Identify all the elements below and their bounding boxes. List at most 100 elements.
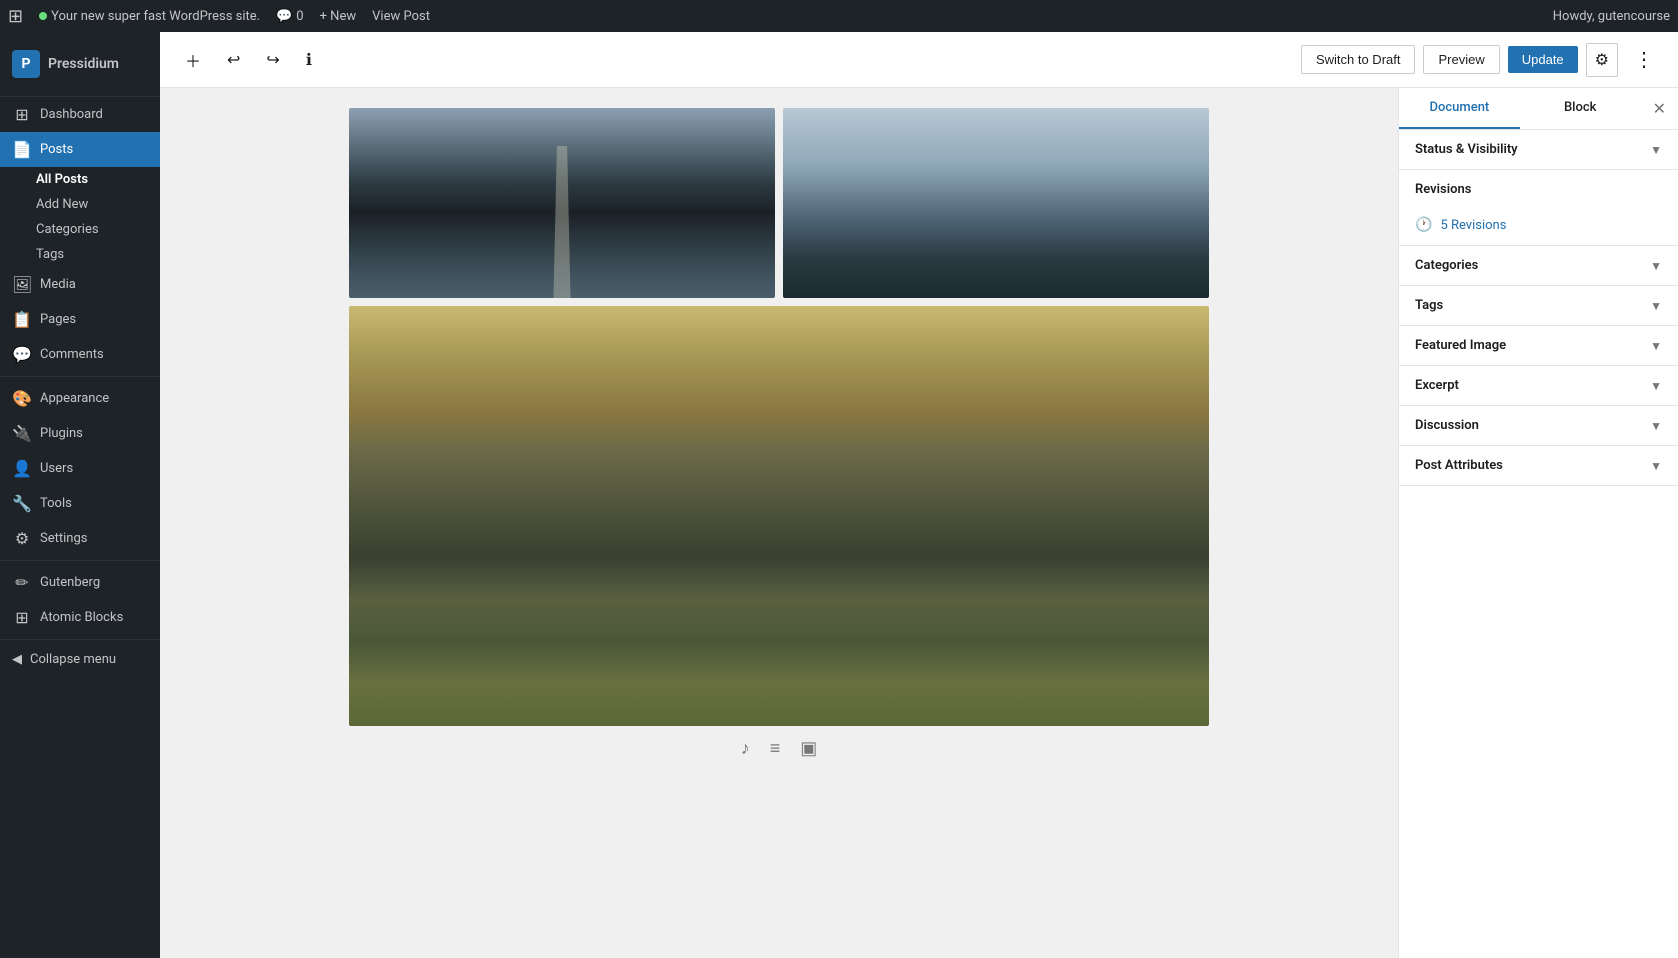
section-discussion-header[interactable]: Discussion ▼ (1399, 406, 1678, 445)
section-excerpt-header[interactable]: Excerpt ▼ (1399, 366, 1678, 405)
posts-icon: 📄 (12, 140, 32, 159)
section-excerpt-arrow: ▼ (1650, 379, 1662, 393)
sidebar-subitem-add-new[interactable]: Add New (0, 192, 160, 217)
section-status-visibility-arrow: ▼ (1650, 143, 1662, 157)
menu-separator-2 (0, 560, 160, 561)
section-categories-header[interactable]: Categories ▼ (1399, 246, 1678, 285)
section-categories-label: Categories (1415, 258, 1478, 273)
menu-separator-3 (0, 639, 160, 640)
section-discussion-label: Discussion (1415, 418, 1479, 433)
section-status-visibility: Status & Visibility ▼ (1399, 130, 1678, 170)
gutenberg-icon: ✏ (12, 573, 32, 592)
section-status-visibility-header[interactable]: Status & Visibility ▼ (1399, 130, 1678, 169)
sidebar-item-label: Gutenberg (40, 575, 100, 590)
comments-icon: 💬 (12, 345, 32, 364)
atomic-blocks-icon: ⊞ (12, 608, 32, 627)
undo-button[interactable]: ↩ (218, 43, 249, 77)
revisions-row[interactable]: 🕐 5 Revisions (1399, 209, 1678, 245)
add-block-button[interactable]: ＋ (176, 41, 210, 79)
section-post-attributes-arrow: ▼ (1650, 459, 1662, 473)
tab-block[interactable]: Block (1520, 88, 1641, 129)
info-button[interactable]: ℹ (297, 43, 321, 77)
section-post-attributes-header[interactable]: Post Attributes ▼ (1399, 446, 1678, 485)
comment-icon: 💬 (276, 9, 292, 24)
preview-button[interactable]: Preview (1423, 45, 1499, 74)
update-button[interactable]: Update (1508, 46, 1578, 73)
settings-button[interactable]: ⚙ (1586, 43, 1618, 77)
mountain-image (349, 306, 1209, 726)
section-status-visibility-label: Status & Visibility (1415, 142, 1518, 157)
section-featured-image-header[interactable]: Featured Image ▼ (1399, 326, 1678, 365)
editor-wrap: ＋ ↩ ↪ ℹ Switch to Draft Preview Update ⚙… (160, 32, 1678, 958)
section-tags-label: Tags (1415, 298, 1443, 313)
sidebar-item-label: Appearance (40, 391, 109, 406)
new-menu[interactable]: + New (320, 9, 357, 24)
admin-bar: ⊞ Your new super fast WordPress site. 💬 … (0, 0, 1678, 32)
posts-submenu: All Posts Add New Categories Tags (0, 167, 160, 267)
sidebar-subitem-categories[interactable]: Categories (0, 217, 160, 242)
editor-content-wrap: ♪ ≡ ▣ Document Block ✕ Statu (160, 88, 1678, 958)
panel-tabs: Document Block ✕ (1399, 88, 1678, 130)
brand-label: Pressidium (48, 56, 119, 72)
plane-image (783, 108, 1209, 298)
sidebar-item-appearance[interactable]: 🎨 Appearance (0, 381, 160, 416)
menu-separator-1 (0, 376, 160, 377)
gallery-image-road[interactable] (349, 108, 775, 298)
block-controls: ♪ ≡ ▣ (349, 734, 1209, 763)
section-tags-header[interactable]: Tags ▼ (1399, 286, 1678, 325)
section-excerpt: Excerpt ▼ (1399, 366, 1678, 406)
sidebar-item-label: Users (40, 461, 73, 476)
sidebar-item-label: Dashboard (40, 107, 103, 122)
section-tags-arrow: ▼ (1650, 299, 1662, 313)
comments-link[interactable]: 💬 0 (276, 9, 304, 24)
sidebar-item-plugins[interactable]: 🔌 Plugins (0, 416, 160, 451)
sidebar-item-users[interactable]: 👤 Users (0, 451, 160, 486)
sidebar-item-pages[interactable]: 📋 Pages (0, 302, 160, 337)
toolbar-right: Switch to Draft Preview Update ⚙ ⋮ (1301, 43, 1662, 77)
tab-document[interactable]: Document (1399, 88, 1520, 129)
gallery-image-mountain[interactable] (349, 306, 1209, 726)
sidebar-item-comments[interactable]: 💬 Comments (0, 337, 160, 372)
users-icon: 👤 (12, 459, 32, 478)
collapse-label: Collapse menu (30, 652, 116, 667)
section-revisions-header[interactable]: Revisions (1399, 170, 1678, 209)
admin-sidebar: P Pressidium ⊞ Dashboard 📄 Posts All Pos… (0, 32, 160, 958)
image-block-icon[interactable]: ▣ (796, 734, 821, 763)
gallery-image-plane[interactable] (783, 108, 1209, 298)
sidebar-item-gutenberg[interactable]: ✏ Gutenberg (0, 565, 160, 600)
panel-close-button[interactable]: ✕ (1641, 91, 1678, 126)
redo-button[interactable]: ↪ (257, 43, 288, 77)
settings-panel: Document Block ✕ Status & Visibility ▼ (1398, 88, 1678, 958)
wp-logo-icon[interactable]: ⊞ (8, 6, 23, 27)
sidebar-item-atomic-blocks[interactable]: ⊞ Atomic Blocks (0, 600, 160, 635)
list-block-icon[interactable]: ≡ (766, 734, 785, 763)
section-featured-image: Featured Image ▼ (1399, 326, 1678, 366)
switch-draft-button[interactable]: Switch to Draft (1301, 45, 1416, 74)
brand-icon: P (12, 50, 40, 78)
editor-toolbar: ＋ ↩ ↪ ℹ Switch to Draft Preview Update ⚙… (160, 32, 1678, 88)
view-post-link[interactable]: View Post (372, 9, 430, 24)
sidebar-subitem-tags[interactable]: Tags (0, 242, 160, 267)
road-image (349, 108, 775, 298)
section-discussion: Discussion ▼ (1399, 406, 1678, 446)
section-discussion-arrow: ▼ (1650, 419, 1662, 433)
section-excerpt-label: Excerpt (1415, 378, 1459, 393)
editor-canvas[interactable]: ♪ ≡ ▣ (160, 88, 1398, 958)
sidebar-subitem-all-posts[interactable]: All Posts (0, 167, 160, 192)
pages-icon: 📋 (12, 310, 32, 329)
audio-block-icon[interactable]: ♪ (737, 734, 754, 763)
sidebar-item-media[interactable]: 🖼 Media (0, 267, 160, 302)
more-options-button[interactable]: ⋮ (1626, 43, 1662, 76)
sidebar-item-dashboard[interactable]: ⊞ Dashboard (0, 97, 160, 132)
gallery-row-top (349, 108, 1209, 298)
sidebar-item-settings[interactable]: ⚙ Settings (0, 521, 160, 556)
site-name[interactable]: Your new super fast WordPress site. (39, 9, 260, 24)
media-icon: 🖼 (12, 275, 32, 294)
sidebar-item-tools[interactable]: 🔧 Tools (0, 486, 160, 521)
section-revisions: Revisions 🕐 5 Revisions (1399, 170, 1678, 246)
sidebar-item-posts[interactable]: 📄 Posts (0, 132, 160, 167)
collapse-menu-button[interactable]: ◀ Collapse menu (0, 644, 160, 675)
sidebar-item-label: Media (40, 277, 76, 292)
collapse-icon: ◀ (12, 652, 22, 667)
section-tags: Tags ▼ (1399, 286, 1678, 326)
